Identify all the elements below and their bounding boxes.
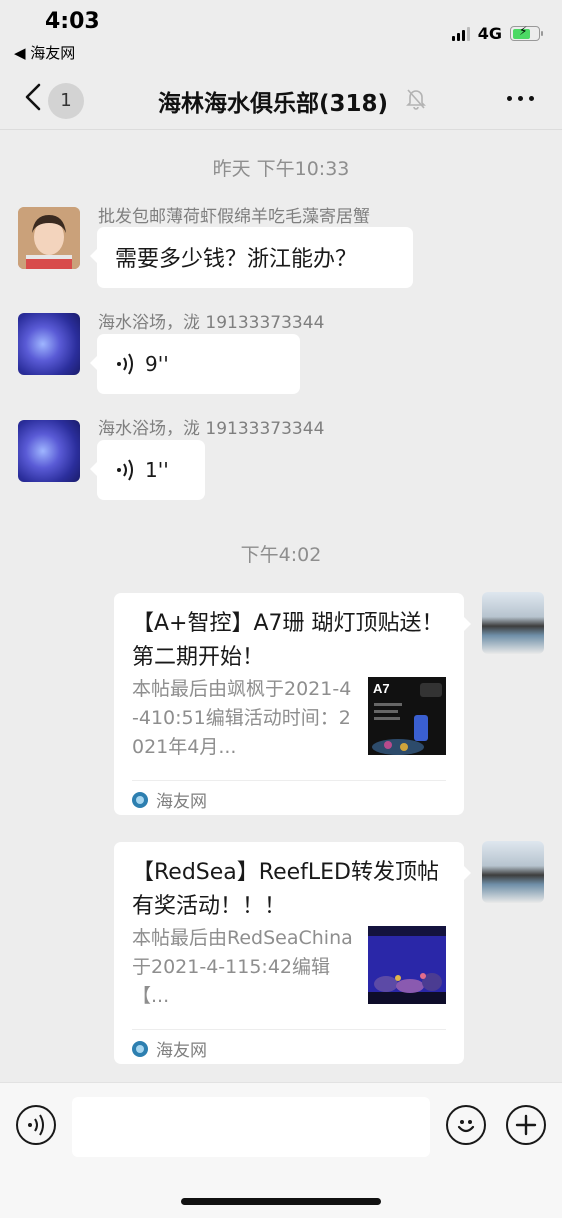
plus-button[interactable] xyxy=(506,1105,546,1145)
card-title: 【A+智控】A7珊 瑚灯顶贴送！第二期开始！ xyxy=(132,611,444,670)
emoji-button[interactable] xyxy=(446,1105,486,1145)
card-title: 【RedSea】ReefLED转发顶帖有奖活动！！！ xyxy=(132,860,439,919)
voice-message-bubble[interactable]: 9'' xyxy=(90,334,300,394)
home-indicator xyxy=(181,1198,381,1205)
card-source: 海友网 xyxy=(132,1036,207,1061)
chat-header: 1 海林海水俱乐部(318) xyxy=(0,70,562,130)
card-divider xyxy=(132,780,446,781)
avatar[interactable] xyxy=(482,592,544,654)
card-thumbnail xyxy=(368,926,446,1004)
status-indicators: 4G ⚡ xyxy=(451,24,543,43)
message-text: 需要多少钱？浙江能办？ xyxy=(115,247,358,272)
message-input[interactable] xyxy=(72,1097,430,1157)
emoji-icon xyxy=(457,1120,475,1133)
back-to-app-link[interactable]: ◀ 海友网 xyxy=(14,42,75,63)
sender-name: 海水浴场，泷 19133373344 xyxy=(98,419,325,439)
source-logo-icon xyxy=(132,1040,148,1057)
plus-icon xyxy=(515,1114,537,1136)
chat-title: 海林海水俱乐部(318) xyxy=(158,91,389,117)
link-card[interactable]: 【RedSea】ReefLED转发顶帖有奖活动！！！ 本帖最后由RedSeaCh… xyxy=(114,842,471,1064)
sender-name: 海水浴场，泷 19133373344 xyxy=(98,313,325,333)
avatar[interactable] xyxy=(18,420,80,482)
voice-duration: 9'' xyxy=(145,352,169,376)
sender-name: 批发包邮薄荷虾假绵羊吃毛藻寄居蟹 xyxy=(98,207,370,227)
back-arrow-icon[interactable] xyxy=(24,82,42,112)
timestamp: 昨天 下午10:33 xyxy=(212,158,350,180)
card-description: 本帖最后由RedSeaChina于2021-4-115:42编辑【... xyxy=(132,927,353,1007)
thumb-label: A7 xyxy=(373,681,390,696)
card-source: 海友网 xyxy=(132,787,207,812)
voice-wave-icon xyxy=(117,459,133,481)
card-thumbnail: A7 xyxy=(368,677,446,755)
source-logo-icon xyxy=(132,791,148,808)
voice-input-button[interactable] xyxy=(16,1105,56,1145)
card-description: 本帖最后由飒枫于2021-4-410:51编辑活动时间：2021年4月... xyxy=(132,678,352,758)
voice-duration: 1'' xyxy=(145,458,169,482)
voice-icon xyxy=(28,1114,44,1136)
network-type: 4G xyxy=(477,24,502,43)
unread-count-badge[interactable]: 1 xyxy=(48,83,84,119)
card-divider xyxy=(132,1029,446,1030)
signal-icon xyxy=(451,26,470,41)
avatar[interactable] xyxy=(482,841,544,903)
voice-wave-icon xyxy=(117,353,133,375)
battery-icon: ⚡ xyxy=(510,24,543,41)
voice-message-bubble[interactable]: 1'' xyxy=(90,440,205,500)
avatar[interactable] xyxy=(18,313,80,375)
mute-icon xyxy=(406,89,426,110)
text-message-bubble[interactable]: 需要多少钱？浙江能办？ xyxy=(90,227,413,288)
status-time: 4:03 xyxy=(45,9,100,34)
more-icon[interactable] xyxy=(507,96,534,101)
source-name: 海友网 xyxy=(156,792,207,812)
link-card[interactable]: 【A+智控】A7珊 瑚灯顶贴送！第二期开始！ 本帖最后由飒枫于2021-4-41… xyxy=(114,593,471,815)
timestamp: 下午4:02 xyxy=(240,544,322,566)
avatar[interactable] xyxy=(18,207,80,269)
source-name: 海友网 xyxy=(156,1041,207,1061)
